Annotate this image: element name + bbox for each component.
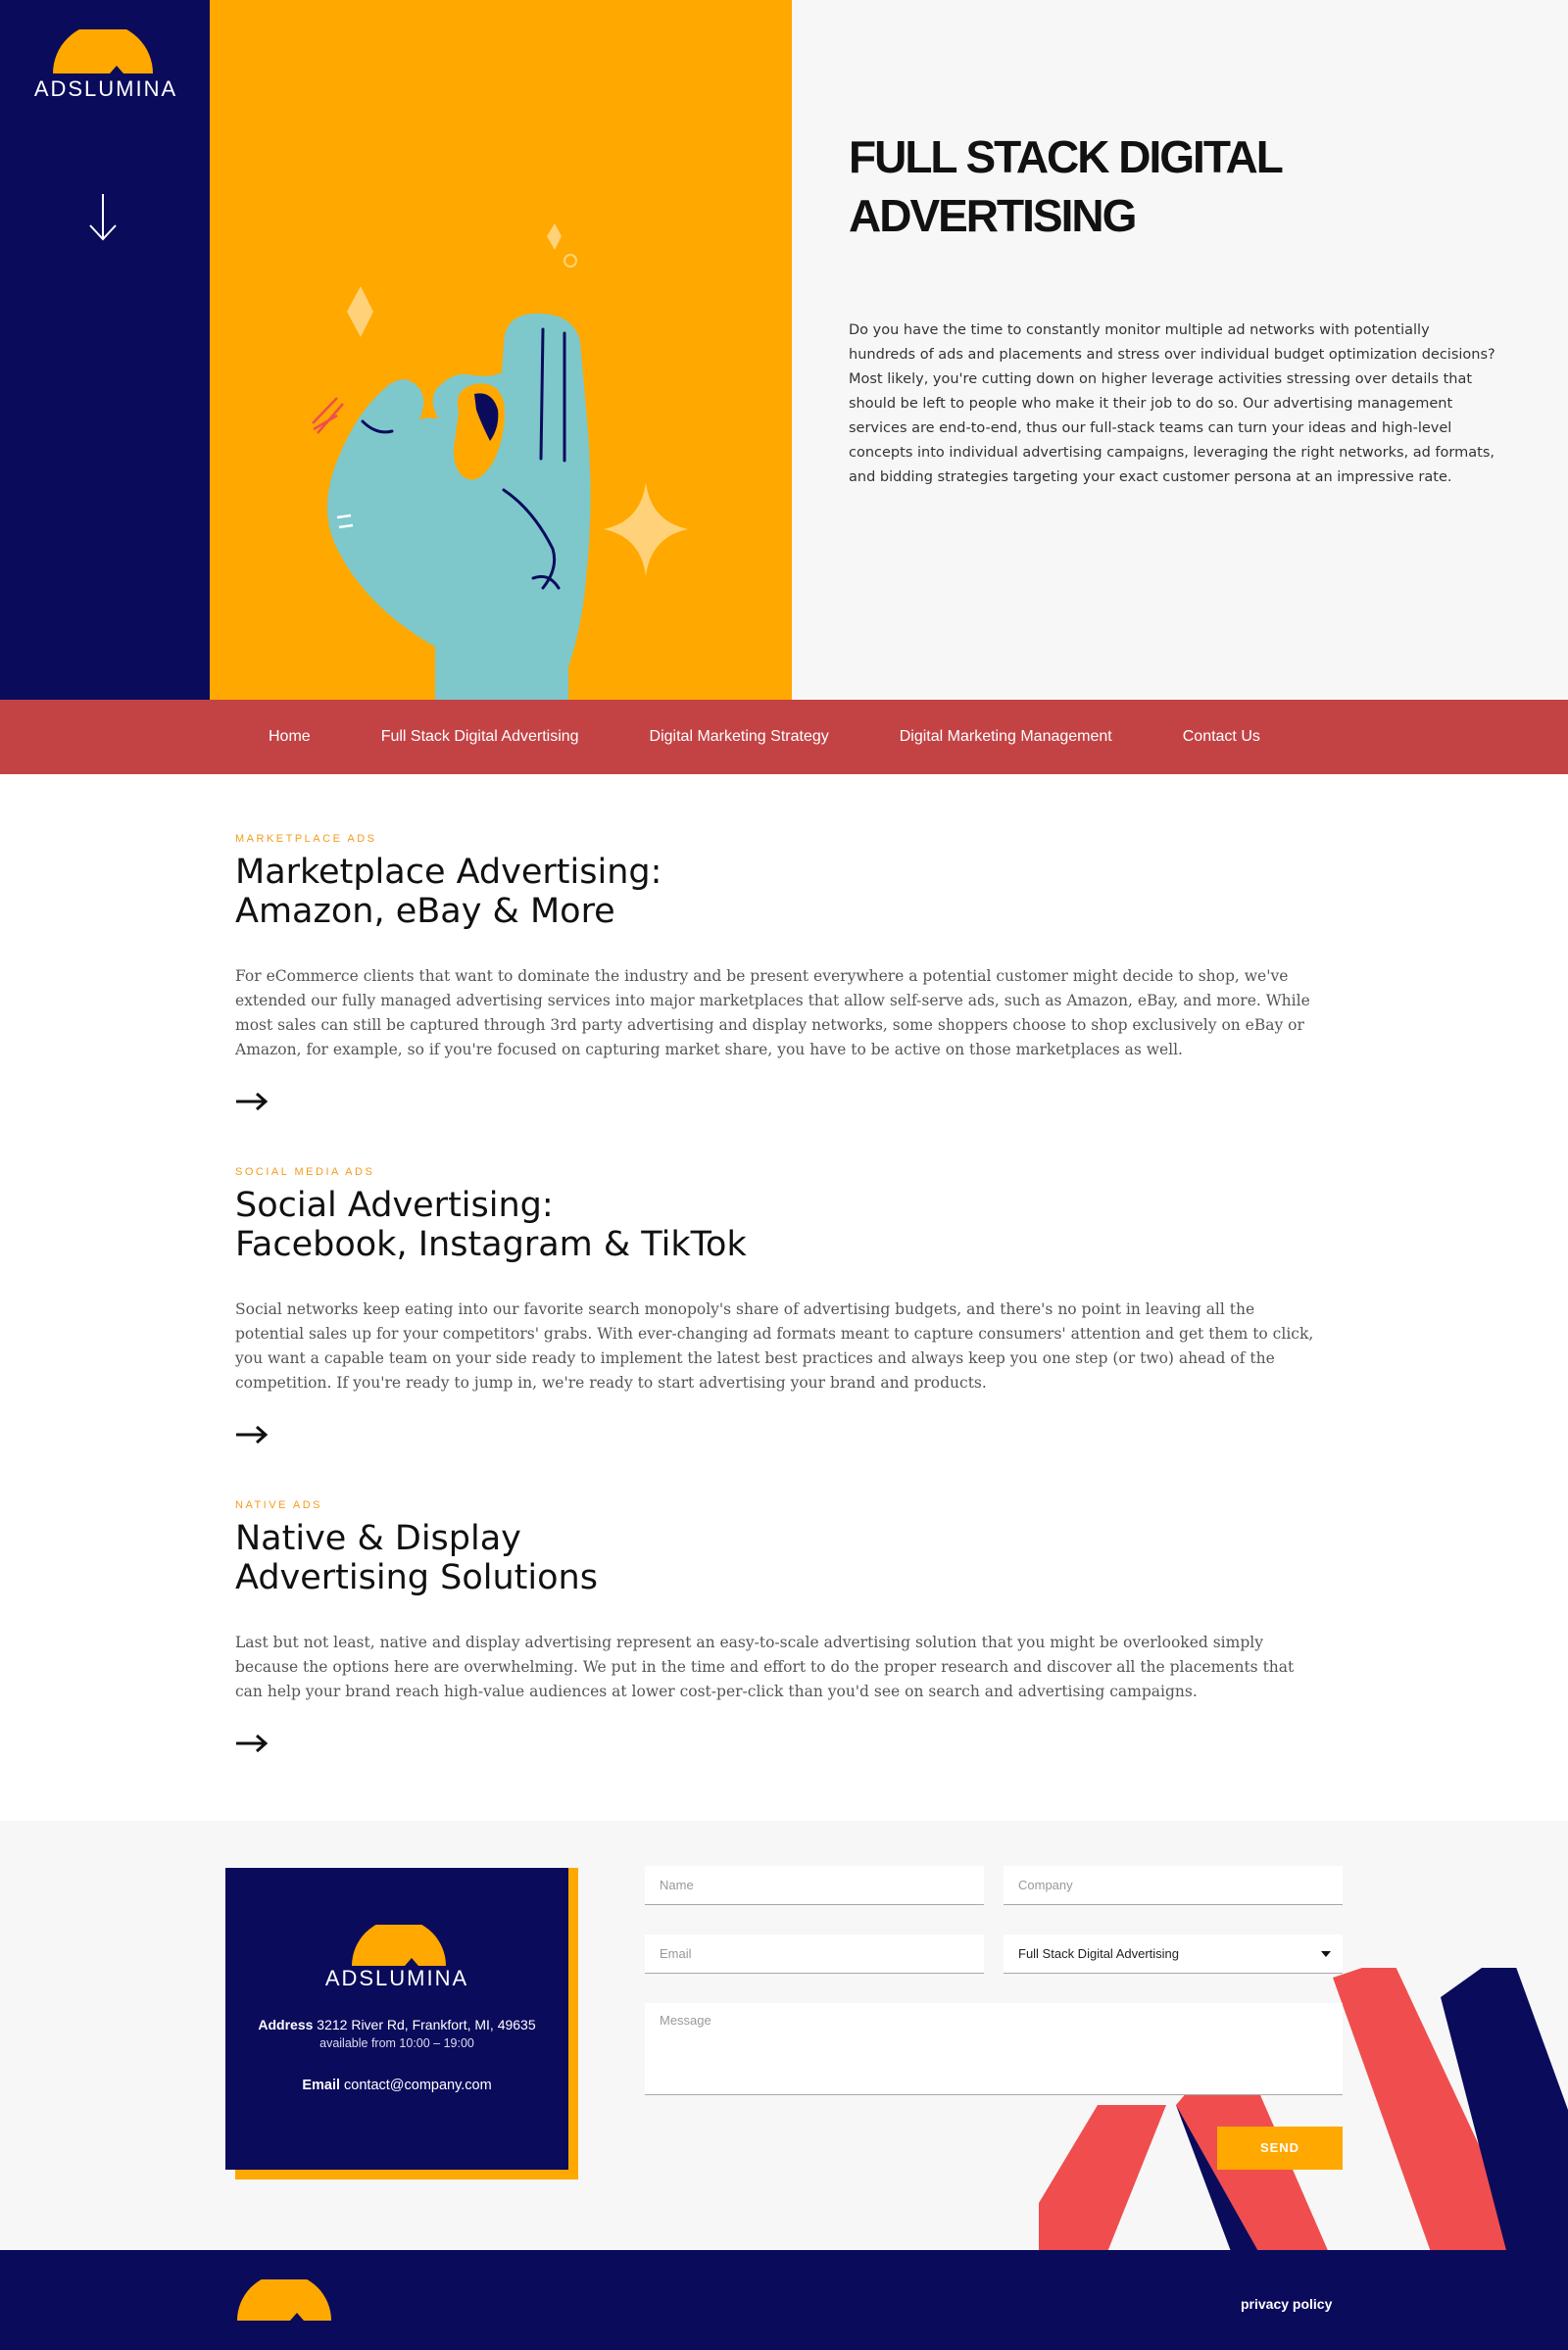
send-button[interactable]: SEND	[1217, 2127, 1343, 2170]
contact-address: Address 3212 River Rd, Frankfort, MI, 49…	[225, 2017, 568, 2032]
service-marketplace: MARKETPLACE ADS Marketplace Advertising:…	[235, 833, 1333, 1111]
service-title-line: Amazon, eBay & More	[235, 892, 615, 931]
contact-card: ADSLUMINA Address 3212 River Rd, Frankfo…	[225, 1868, 568, 2170]
logo-sun-icon[interactable]	[235, 2279, 333, 2321]
message-textarea[interactable]: Message	[645, 2003, 1343, 2095]
contact-email: Email contact@company.com	[225, 2078, 568, 2093]
hero-sidebar: ADSLUMINA	[0, 0, 210, 700]
nav-item-contact-us[interactable]: Contact Us	[1183, 728, 1260, 746]
contact-hours: available from 10:00 – 19:00	[319, 2036, 474, 2050]
logo-sun-icon	[53, 29, 153, 73]
caret-down-icon	[1321, 1951, 1331, 1957]
arrow-right-icon[interactable]	[235, 1734, 269, 1753]
nav-item-digital-marketing-management[interactable]: Digital Marketing Management	[900, 728, 1112, 746]
service-description: Social networks keep eating into our fav…	[235, 1300, 1314, 1392]
company-field[interactable]: Company	[1004, 1866, 1343, 1905]
hero-section: ADSLUMINA FULL STACK DIGITAL ADVERTISING…	[0, 0, 1568, 700]
email-value[interactable]: contact@company.com	[344, 2078, 492, 2093]
service-select[interactable]: Full Stack Digital Advertising	[1004, 1934, 1343, 1974]
arrow-right-icon[interactable]	[235, 1425, 269, 1444]
hero-content: FULL STACK DIGITAL ADVERTISING Do you ha…	[792, 0, 1568, 700]
nav-item-digital-marketing-strategy[interactable]: Digital Marketing Strategy	[650, 728, 829, 746]
service-kicker: NATIVE ADS	[235, 1499, 322, 1511]
contact-section: ADSLUMINA Address 3212 River Rd, Frankfo…	[0, 1821, 1568, 2250]
hero-illustration-panel	[210, 0, 792, 700]
arrow-right-icon[interactable]	[235, 1092, 269, 1111]
address-label: Address	[258, 2017, 314, 2032]
service-title-line: Social Advertising:	[235, 1186, 554, 1225]
hero-description: Do you have the time to constantly monit…	[849, 322, 1495, 485]
service-select-value: Full Stack Digital Advertising	[1018, 1946, 1180, 1961]
service-title-line: Marketplace Advertising:	[235, 853, 662, 892]
logo-sun-icon	[352, 1925, 446, 1966]
hero-title: FULL STACK DIGITAL ADVERTISING	[849, 131, 1283, 241]
service-title: Social Advertising: Facebook, Instagram …	[235, 1186, 1333, 1264]
arrow-down-icon[interactable]	[86, 192, 120, 243]
service-social: SOCIAL MEDIA ADS Social Advertising: Fac…	[235, 1166, 1333, 1444]
name-field[interactable]: Name	[645, 1866, 984, 1905]
contact-card-brand: ADSLUMINA	[324, 1966, 469, 1990]
service-title-line: Advertising Solutions	[235, 1558, 598, 1597]
service-description: Last but not least, native and display a…	[235, 1634, 1295, 1700]
ok-hand-illustration	[312, 223, 688, 700]
service-title-line: Native & Display	[235, 1519, 521, 1558]
service-title: Native & Display Advertising Solutions	[235, 1519, 1333, 1597]
footer: privacy policy	[0, 2250, 1568, 2350]
service-kicker: SOCIAL MEDIA ADS	[235, 1166, 375, 1178]
main-navigation: Home Full Stack Digital Advertising Digi…	[0, 700, 1568, 774]
service-title: Marketplace Advertising: Amazon, eBay & …	[235, 853, 1333, 931]
services-section: MARKETPLACE ADS Marketplace Advertising:…	[0, 774, 1568, 1821]
address-value: 3212 River Rd, Frankfort, MI, 49635	[317, 2017, 536, 2032]
privacy-policy-link[interactable]: privacy policy	[1241, 2296, 1332, 2312]
email-field[interactable]: Email	[645, 1934, 984, 1974]
logo[interactable]: ADSLUMINA	[27, 29, 184, 108]
service-description: For eCommerce clients that want to domin…	[235, 967, 1310, 1058]
logo-text: ADSLUMINA	[33, 76, 178, 101]
service-kicker: MARKETPLACE ADS	[235, 833, 377, 845]
nav-item-full-stack-digital-advertising[interactable]: Full Stack Digital Advertising	[381, 728, 579, 746]
nav-item-home[interactable]: Home	[269, 728, 311, 746]
service-title-line: Facebook, Instagram & TikTok	[235, 1225, 747, 1264]
service-native-display: NATIVE ADS Native & Display Advertising …	[235, 1499, 1333, 1753]
email-label: Email	[302, 2078, 340, 2093]
